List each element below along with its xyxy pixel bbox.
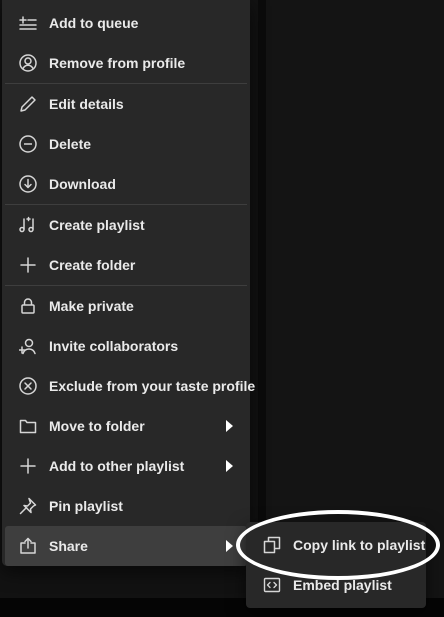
menu-item-label: Embed playlist <box>293 577 392 593</box>
menu-item-create-playlist[interactable]: Create playlist <box>5 205 247 245</box>
context-menu: Add to queue Remove from profile Edit de… <box>2 0 255 566</box>
menu-item-label: Make private <box>49 298 134 314</box>
menu-item-share[interactable]: Share <box>5 526 247 566</box>
menu-item-delete[interactable]: Delete <box>5 124 247 164</box>
menu-item-label: Delete <box>49 136 92 152</box>
panel-divider <box>258 0 266 600</box>
embed-icon <box>263 576 281 594</box>
download-circle-icon <box>19 175 37 193</box>
copy-icon <box>263 536 281 554</box>
menu-item-label: Add to queue <box>49 15 139 31</box>
menu-item-pin-playlist[interactable]: Pin playlist <box>5 486 247 526</box>
add-user-icon <box>19 337 37 355</box>
menu-item-make-private[interactable]: Make private <box>5 286 247 326</box>
chevron-right-icon <box>226 420 233 432</box>
menu-item-embed-playlist[interactable]: Embed playlist <box>249 565 423 605</box>
menu-item-label: Exclude from your taste profile <box>49 378 256 394</box>
menu-item-label: Add to other playlist <box>49 458 185 474</box>
menu-item-add-to-other-playlist[interactable]: Add to other playlist <box>5 446 247 486</box>
lock-icon <box>19 297 37 315</box>
menu-item-label: Share <box>49 538 88 554</box>
menu-item-label: Pin playlist <box>49 498 123 514</box>
menu-item-label: Invite collaborators <box>49 338 179 354</box>
create-playlist-icon <box>19 216 37 234</box>
x-circle-icon <box>19 377 37 395</box>
menu-item-move-to-folder[interactable]: Move to folder <box>5 406 247 446</box>
menu-item-add-to-queue[interactable]: Add to queue <box>5 3 247 43</box>
menu-item-label: Remove from profile <box>49 55 186 71</box>
pin-icon <box>19 497 37 515</box>
menu-item-invite-collaborators[interactable]: Invite collaborators <box>5 326 247 366</box>
pencil-icon <box>19 95 37 113</box>
share-icon <box>19 537 37 555</box>
menu-item-remove-from-profile[interactable]: Remove from profile <box>5 43 247 83</box>
user-icon <box>19 54 37 72</box>
menu-item-download[interactable]: Download <box>5 164 247 204</box>
minus-circle-icon <box>19 135 37 153</box>
menu-item-exclude-taste-profile[interactable]: Exclude from your taste profile <box>5 366 255 406</box>
menu-item-label: Download <box>49 176 116 192</box>
menu-item-create-folder[interactable]: Create folder <box>5 245 247 285</box>
chevron-right-icon <box>226 460 233 472</box>
menu-item-label: Move to folder <box>49 418 145 434</box>
menu-item-label: Create playlist <box>49 217 145 233</box>
menu-item-label: Copy link to playlist <box>293 537 426 553</box>
menu-item-copy-link[interactable]: Copy link to playlist <box>249 525 426 565</box>
menu-item-label: Create folder <box>49 257 136 273</box>
chevron-right-icon <box>226 540 233 552</box>
menu-item-label: Edit details <box>49 96 124 112</box>
folder-icon <box>19 417 37 435</box>
add-to-queue-icon <box>19 14 37 32</box>
plus-icon <box>19 457 37 475</box>
menu-item-edit-details[interactable]: Edit details <box>5 84 247 124</box>
share-submenu: Copy link to playlist Embed playlist <box>246 522 426 608</box>
background-panel <box>258 0 444 600</box>
plus-icon <box>19 256 37 274</box>
